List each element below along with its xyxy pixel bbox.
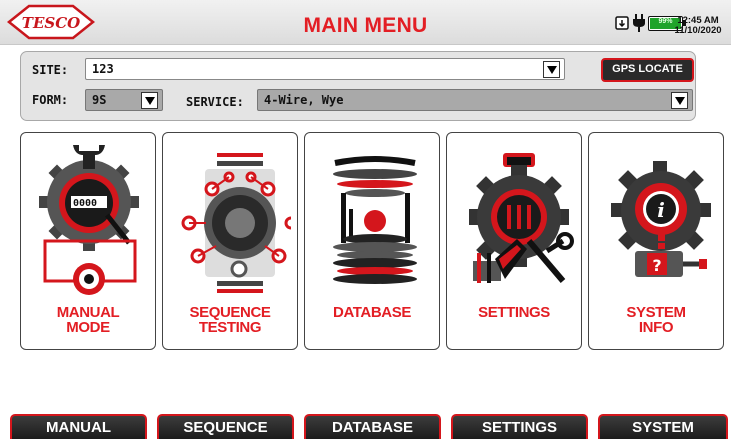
service-select[interactable]: 4-Wire, Wye <box>257 89 693 111</box>
site-input[interactable]: 123 <box>85 58 565 80</box>
tile-settings[interactable]: SETTINGS <box>446 132 582 350</box>
settings-gear-icon <box>469 153 574 283</box>
site-dropdown-button[interactable] <box>543 61 560 78</box>
nav-settings-button[interactable]: SETTINGS <box>451 414 588 439</box>
tile-label-line1: SYSTEM <box>626 304 686 321</box>
tile-label-line1: SEQUENCE <box>189 304 271 321</box>
site-label: SITE: <box>32 63 69 77</box>
database-icon <box>333 156 417 284</box>
tile-label: SETTINGS <box>447 305 581 320</box>
service-dropdown-button[interactable] <box>671 92 688 109</box>
tile-label: DATABASE <box>305 305 439 320</box>
tile-label-line1: MANUAL <box>56 304 120 321</box>
tile-database[interactable]: DATABASE <box>304 132 440 350</box>
nav-system-button[interactable]: SYSTEM <box>598 414 728 439</box>
tile-manual-mode[interactable]: 0000 MANUAL MODE <box>20 132 156 350</box>
meter-gear-icon: 0000 <box>39 145 139 295</box>
tile-label: SEQUENCE TESTING <box>163 305 297 335</box>
svg-text:?: ? <box>652 256 661 275</box>
tile-label: SYSTEM INFO <box>589 305 723 335</box>
nav-database-button[interactable]: DATABASE <box>304 414 441 439</box>
sd-card-icon <box>615 16 629 35</box>
svg-text:i: i <box>657 198 665 222</box>
form-dropdown-button[interactable] <box>141 92 158 109</box>
tile-sequence-testing[interactable]: SEQUENCE TESTING <box>162 132 298 350</box>
clock: 12:45 AM 11/10/2020 <box>671 16 725 36</box>
tile-label-line2: TESTING <box>198 319 262 336</box>
tile-label: MANUAL MODE <box>21 305 155 335</box>
info-gear-icon: i ? <box>611 161 711 277</box>
service-label: SERVICE: <box>186 95 244 109</box>
chevron-down-icon <box>674 96 685 105</box>
clock-date: 11/10/2020 <box>674 25 722 36</box>
form-label: FORM: <box>32 93 69 107</box>
svg-text:0000: 0000 <box>73 198 97 209</box>
tile-system-info[interactable]: i ? SYSTEM INFO <box>588 132 724 350</box>
plug-icon <box>632 14 646 37</box>
site-form-panel: SITE: 123 GPS LOCATE FORM: 9S SERVICE: 4… <box>20 51 696 121</box>
tile-label-line1: SETTINGS <box>478 304 550 321</box>
nav-manual-button[interactable]: MANUAL <box>10 414 147 439</box>
nav-sequence-button[interactable]: SEQUENCE <box>157 414 294 439</box>
gps-locate-button[interactable]: GPS LOCATE <box>601 58 694 82</box>
tile-label-line2: INFO <box>638 319 674 336</box>
chevron-down-icon <box>546 65 557 74</box>
sequence-gear-icon <box>181 153 291 293</box>
chevron-down-icon <box>144 96 155 105</box>
tile-label-line2: MODE <box>66 319 110 336</box>
tile-label-line1: DATABASE <box>333 304 411 321</box>
header-bar: TESCO MAIN MENU 99% 12:45 AM 11/10/2020 <box>0 0 731 45</box>
